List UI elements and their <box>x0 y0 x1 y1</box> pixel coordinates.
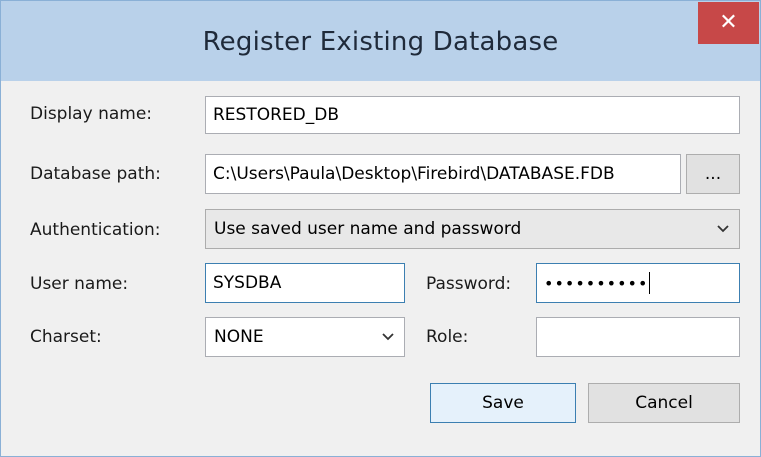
cancel-button-label: Cancel <box>635 393 693 413</box>
chevron-down-icon <box>382 333 394 341</box>
user-name-input[interactable]: SYSDBA <box>205 263 405 303</box>
register-database-dialog: Register Existing Database ✕ Display nam… <box>0 0 761 457</box>
password-label: Password: <box>426 274 512 294</box>
authentication-label: Authentication: <box>30 220 161 240</box>
display-name-input[interactable]: RESTORED_DB <box>205 96 740 134</box>
browse-button-label: ... <box>704 164 722 184</box>
chevron-down-icon <box>717 225 729 233</box>
database-path-input[interactable]: C:\Users\Paula\Desktop\Firebird\DATABASE… <box>205 154 681 194</box>
title-bar[interactable]: Register Existing Database ✕ <box>1 1 760 81</box>
save-button[interactable]: Save <box>430 383 576 423</box>
cancel-button[interactable]: Cancel <box>588 383 740 423</box>
save-button-label: Save <box>482 393 524 413</box>
password-input[interactable]: •••••••••• <box>536 263 740 303</box>
display-name-label: Display name: <box>30 104 153 124</box>
authentication-select[interactable]: Use saved user name and password <box>205 209 740 249</box>
role-label: Role: <box>426 327 469 347</box>
close-button[interactable]: ✕ <box>698 2 759 44</box>
password-masked-value: •••••••••• <box>544 273 649 293</box>
database-path-label: Database path: <box>30 164 161 184</box>
text-cursor <box>649 272 651 294</box>
close-icon: ✕ <box>719 10 738 35</box>
user-name-label: User name: <box>30 274 129 294</box>
charset-label: Charset: <box>30 327 102 347</box>
authentication-selected-value: Use saved user name and password <box>214 219 522 239</box>
browse-button[interactable]: ... <box>686 154 740 194</box>
dialog-body: Display name: RESTORED_DB Database path:… <box>17 81 744 442</box>
charset-select[interactable]: NONE <box>205 317 405 357</box>
role-input[interactable] <box>536 317 740 357</box>
dialog-title: Register Existing Database <box>202 27 559 57</box>
charset-selected-value: NONE <box>214 327 264 347</box>
